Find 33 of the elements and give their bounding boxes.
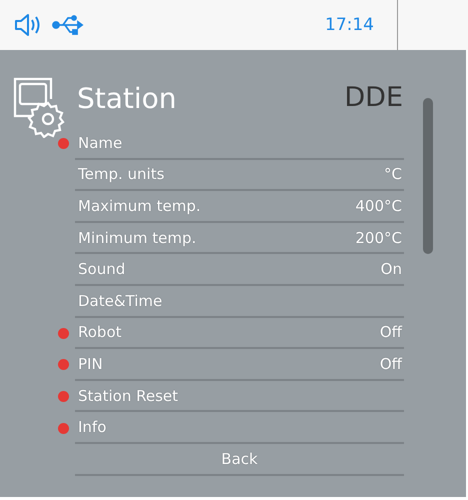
item-value: On xyxy=(380,260,402,278)
menu-item[interactable]: Maximum temp. 400°C xyxy=(75,191,404,223)
screen-title: Station xyxy=(77,82,177,115)
menu-item[interactable]: Name xyxy=(75,128,404,160)
item-label: Robot xyxy=(78,323,122,342)
menu-item[interactable]: Robot Off xyxy=(75,318,404,350)
item-label: Sound xyxy=(78,260,126,278)
item-value: Off xyxy=(380,323,402,342)
item-label: Info xyxy=(78,418,106,436)
menu-item[interactable]: Date&Time xyxy=(75,286,404,318)
item-label: PIN xyxy=(78,354,103,373)
station-settings-icon xyxy=(12,76,66,138)
item-value: 400°C xyxy=(355,196,402,215)
item-label: Temp. units xyxy=(78,165,164,184)
item-value: Off xyxy=(380,354,402,373)
item-value: °C xyxy=(384,165,402,184)
menu-item[interactable]: Temp. units °C xyxy=(75,160,404,192)
menu-item[interactable]: Minimum temp. 200°C xyxy=(75,222,404,254)
scrollbar-thumb[interactable] xyxy=(423,98,433,254)
item-label: Station Reset xyxy=(78,386,178,405)
menu-item[interactable]: Sound On xyxy=(75,254,404,286)
item-label: Minimum temp. xyxy=(78,228,196,247)
back-button[interactable]: Back xyxy=(75,444,404,476)
usb-icon xyxy=(52,14,84,36)
item-value: 200°C xyxy=(355,228,402,247)
menu-item[interactable]: Station Reset xyxy=(75,380,404,412)
item-label: Maximum temp. xyxy=(78,196,201,215)
item-label: Date&Time xyxy=(78,292,162,310)
item-label: Name xyxy=(78,134,122,152)
menu-item[interactable]: Info xyxy=(75,412,404,444)
model-name: DDE xyxy=(344,82,403,113)
menu-item[interactable]: PIN Off xyxy=(75,349,404,381)
clock-time: 17:14 xyxy=(325,15,374,35)
